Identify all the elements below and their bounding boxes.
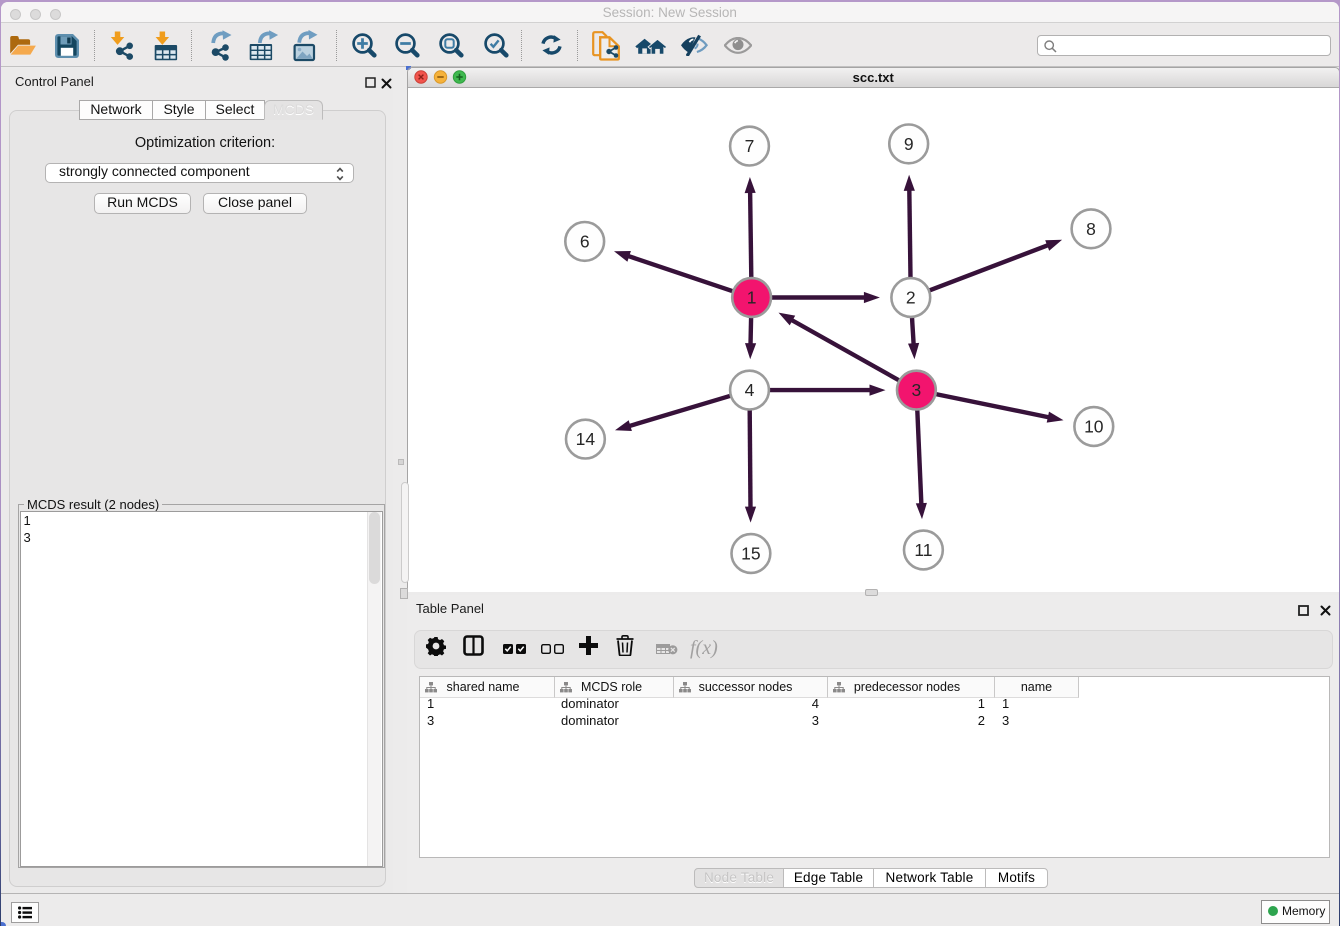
svg-text:2: 2 (906, 287, 916, 307)
svg-text:9: 9 (904, 133, 914, 153)
svg-text:6: 6 (580, 231, 590, 251)
svg-text:10: 10 (1084, 416, 1104, 436)
svg-text:3: 3 (912, 380, 922, 400)
svg-text:1: 1 (747, 287, 757, 307)
svg-text:15: 15 (741, 543, 760, 563)
svg-text:7: 7 (745, 136, 755, 156)
svg-text:14: 14 (576, 429, 596, 449)
svg-text:4: 4 (745, 380, 755, 400)
svg-text:8: 8 (1086, 218, 1096, 238)
svg-text:11: 11 (914, 540, 932, 560)
